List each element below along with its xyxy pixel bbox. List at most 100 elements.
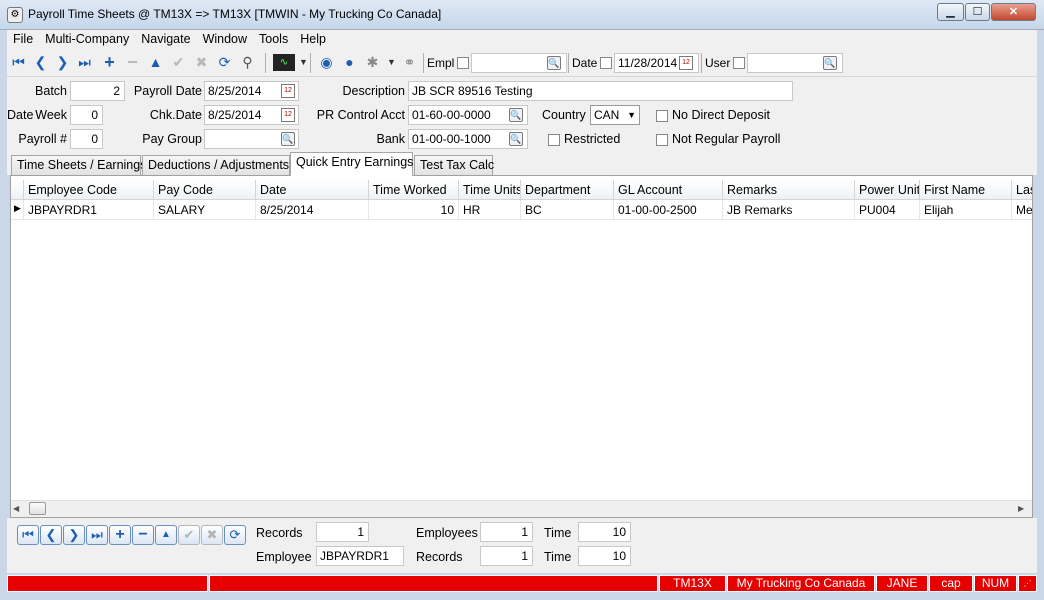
prev-record-icon[interactable]: ❮: [32, 54, 49, 71]
country-select[interactable]: CAN ▼: [590, 105, 640, 125]
col-pay-code[interactable]: Pay Code: [154, 180, 256, 200]
maximize-button[interactable]: ☐: [965, 3, 990, 21]
empl-lookup-icon[interactable]: 🔍: [547, 56, 561, 70]
table-cell[interactable]: 01-00-00-2500: [614, 200, 723, 220]
add-record-icon[interactable]: +: [101, 53, 118, 71]
table-cell[interactable]: JB Remarks: [723, 200, 855, 220]
nav-delete-icon[interactable]: −: [132, 525, 154, 545]
tab-test-tax-calc[interactable]: Test Tax Calc: [414, 155, 494, 175]
earnings-grid: Employee Code Pay Code Date Time Worked …: [10, 175, 1033, 518]
col-power-unit[interactable]: Power Unit: [855, 180, 920, 200]
employees-field: 1: [480, 522, 533, 542]
horizontal-scrollbar[interactable]: ◀ ▶: [11, 500, 1032, 517]
menu-window[interactable]: Window: [197, 30, 253, 48]
table-cell[interactable]: 10: [369, 200, 459, 220]
settings-dropdown-icon[interactable]: ▼: [383, 54, 400, 71]
info-icon[interactable]: ●: [341, 54, 358, 71]
week-field[interactable]: 0: [70, 105, 103, 125]
time2-label: Time: [544, 550, 572, 564]
edit-record-icon[interactable]: ▲: [147, 54, 164, 71]
tab-quick-entry-earnings[interactable]: Quick Entry Earnings: [290, 152, 413, 176]
col-department[interactable]: Department: [521, 180, 614, 200]
close-button[interactable]: ✕: [991, 3, 1036, 21]
chevron-down-icon: ▼: [627, 110, 636, 120]
status-num: NUM: [974, 575, 1017, 592]
col-time-worked[interactable]: Time Worked: [369, 180, 459, 200]
settings-icon[interactable]: ✱: [364, 54, 381, 71]
monitor-icon[interactable]: ∿: [273, 54, 295, 71]
menu-bar: File Multi-Company Navigate Window Tools Help: [7, 30, 1037, 50]
post-edit-icon[interactable]: ✔: [170, 54, 187, 71]
nav-post-icon[interactable]: ✔: [178, 525, 200, 545]
nav-next-icon[interactable]: ❯: [63, 525, 85, 545]
payroll-date-calendar-icon[interactable]: 12: [281, 84, 295, 98]
col-remarks[interactable]: Remarks: [723, 180, 855, 200]
col-first-name[interactable]: First Name: [920, 180, 1012, 200]
payroll-number-field[interactable]: 0: [70, 129, 103, 149]
restricted-checkbox[interactable]: [548, 134, 560, 146]
pr-control-lookup-icon[interactable]: 🔍: [509, 108, 523, 122]
menu-multi-company[interactable]: Multi-Company: [39, 30, 135, 48]
date-checkbox[interactable]: [600, 57, 612, 69]
link-icon[interactable]: ⚭: [401, 54, 418, 71]
employee-field: JBPAYRDR1: [316, 546, 404, 566]
not-regular-payroll-checkbox[interactable]: [656, 134, 668, 146]
table-cell[interactable]: JBPAYRDR1: [24, 200, 154, 220]
nav-last-icon[interactable]: ⏭: [86, 525, 108, 545]
bank-lookup-icon[interactable]: 🔍: [509, 132, 523, 146]
cancel-edit-icon[interactable]: ✖: [193, 54, 210, 71]
nav-edit-icon[interactable]: ▲: [155, 525, 177, 545]
nav-add-icon[interactable]: +: [109, 525, 131, 545]
table-cell[interactable]: SALARY: [154, 200, 256, 220]
scroll-thumb[interactable]: [29, 502, 46, 515]
records2-label: Records: [416, 550, 463, 564]
batch-field[interactable]: 2: [70, 81, 125, 101]
status-bar: TM13X My Trucking Co Canada JANE cap NUM…: [7, 575, 1037, 592]
toolbar: ⏮ ❮ ❯ ⏭ + − ▲ ✔ ✖ ⟳ ⚲ ∿ ▼ ◉ ● ✱ ▼ ⚭ Empl…: [7, 50, 1037, 77]
empl-checkbox[interactable]: [457, 57, 469, 69]
restricted-label: Restricted: [564, 132, 621, 146]
menu-file[interactable]: File: [7, 30, 39, 48]
tab-time-sheets-earnings[interactable]: Time Sheets / Earnings: [11, 155, 146, 175]
date-calendar-icon[interactable]: 12: [679, 56, 693, 70]
table-cell[interactable]: 8/25/2014: [256, 200, 369, 220]
last-record-icon[interactable]: ⏭: [76, 54, 93, 71]
no-direct-deposit-checkbox[interactable]: [656, 110, 668, 122]
col-gl-account[interactable]: GL Account: [614, 180, 723, 200]
nav-refresh-icon[interactable]: ⟳: [224, 525, 246, 545]
first-record-icon[interactable]: ⏮: [10, 54, 27, 71]
table-cell[interactable]: HR: [459, 200, 521, 220]
status-panel-blank-1: [7, 575, 208, 592]
table-cell[interactable]: PU004: [855, 200, 920, 220]
col-employee-code[interactable]: Employee Code: [24, 180, 154, 200]
pay-group-lookup-icon[interactable]: 🔍: [281, 132, 295, 146]
table-cell[interactable]: Me: [1012, 200, 1032, 220]
scroll-right-icon[interactable]: ▶: [1018, 504, 1024, 513]
col-time-units[interactable]: Time Units: [459, 180, 521, 200]
nav-prev-icon[interactable]: ❮: [40, 525, 62, 545]
description-field[interactable]: JB SCR 89516 Testing: [408, 81, 793, 101]
minimize-button[interactable]: ▁: [937, 3, 964, 21]
table-cell[interactable]: BC: [521, 200, 614, 220]
menu-navigate[interactable]: Navigate: [135, 30, 196, 48]
nav-cancel-icon[interactable]: ✖: [201, 525, 223, 545]
next-record-icon[interactable]: ❯: [54, 54, 71, 71]
country-value: CAN: [594, 108, 620, 122]
find-icon[interactable]: ⚲: [239, 54, 256, 71]
resize-grip-icon[interactable]: ⋰: [1018, 575, 1037, 592]
pay-group-label: Pay Group: [142, 132, 202, 146]
scroll-left-icon[interactable]: ◀: [13, 504, 19, 513]
menu-tools[interactable]: Tools: [253, 30, 294, 48]
nav-first-icon[interactable]: ⏮: [17, 525, 39, 545]
tab-deductions-adjustments[interactable]: Deductions / Adjustments: [142, 155, 290, 175]
col-date[interactable]: Date: [256, 180, 369, 200]
table-cell[interactable]: Elijah: [920, 200, 1012, 220]
help-icon[interactable]: ◉: [318, 54, 335, 71]
refresh-icon[interactable]: ⟳: [216, 54, 233, 71]
delete-record-icon[interactable]: −: [124, 53, 141, 71]
chk-date-calendar-icon[interactable]: 12: [281, 108, 295, 122]
col-last-name[interactable]: Las: [1012, 180, 1032, 200]
user-lookup-icon[interactable]: 🔍: [823, 56, 837, 70]
user-checkbox[interactable]: [733, 57, 745, 69]
menu-help[interactable]: Help: [294, 30, 332, 48]
